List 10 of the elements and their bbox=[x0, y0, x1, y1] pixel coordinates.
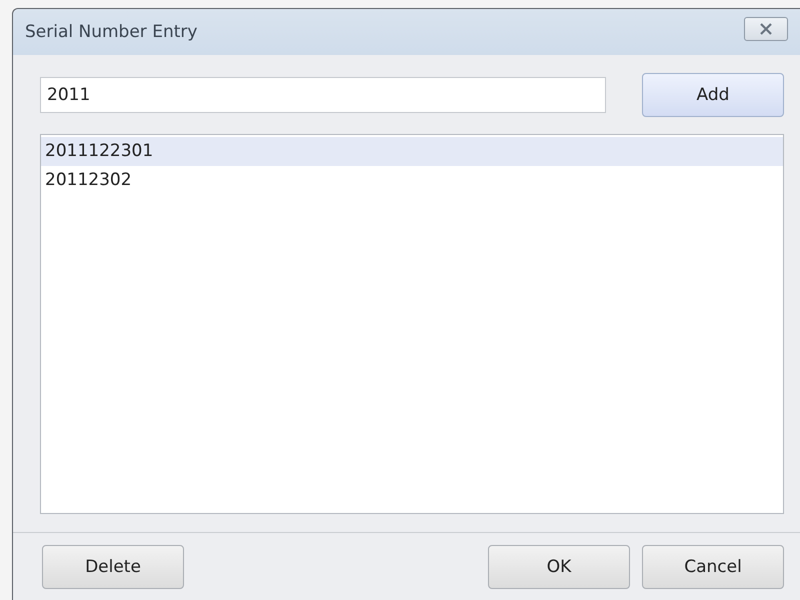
serial-list-item[interactable]: 2011122301 bbox=[41, 137, 783, 166]
dialog-button[interactable]: Cancel bbox=[642, 545, 784, 589]
close-button[interactable] bbox=[744, 17, 788, 41]
window-title: Serial Number Entry bbox=[25, 22, 198, 42]
add-button[interactable]: Add bbox=[642, 73, 784, 117]
dialog-button[interactable]: Delete bbox=[42, 545, 184, 589]
dialog-button[interactable]: OK bbox=[488, 545, 630, 589]
serial-input-field[interactable]: 2011 bbox=[40, 77, 606, 113]
serial-list-item[interactable]: 20112302 bbox=[41, 166, 783, 195]
close-icon bbox=[758, 23, 774, 35]
